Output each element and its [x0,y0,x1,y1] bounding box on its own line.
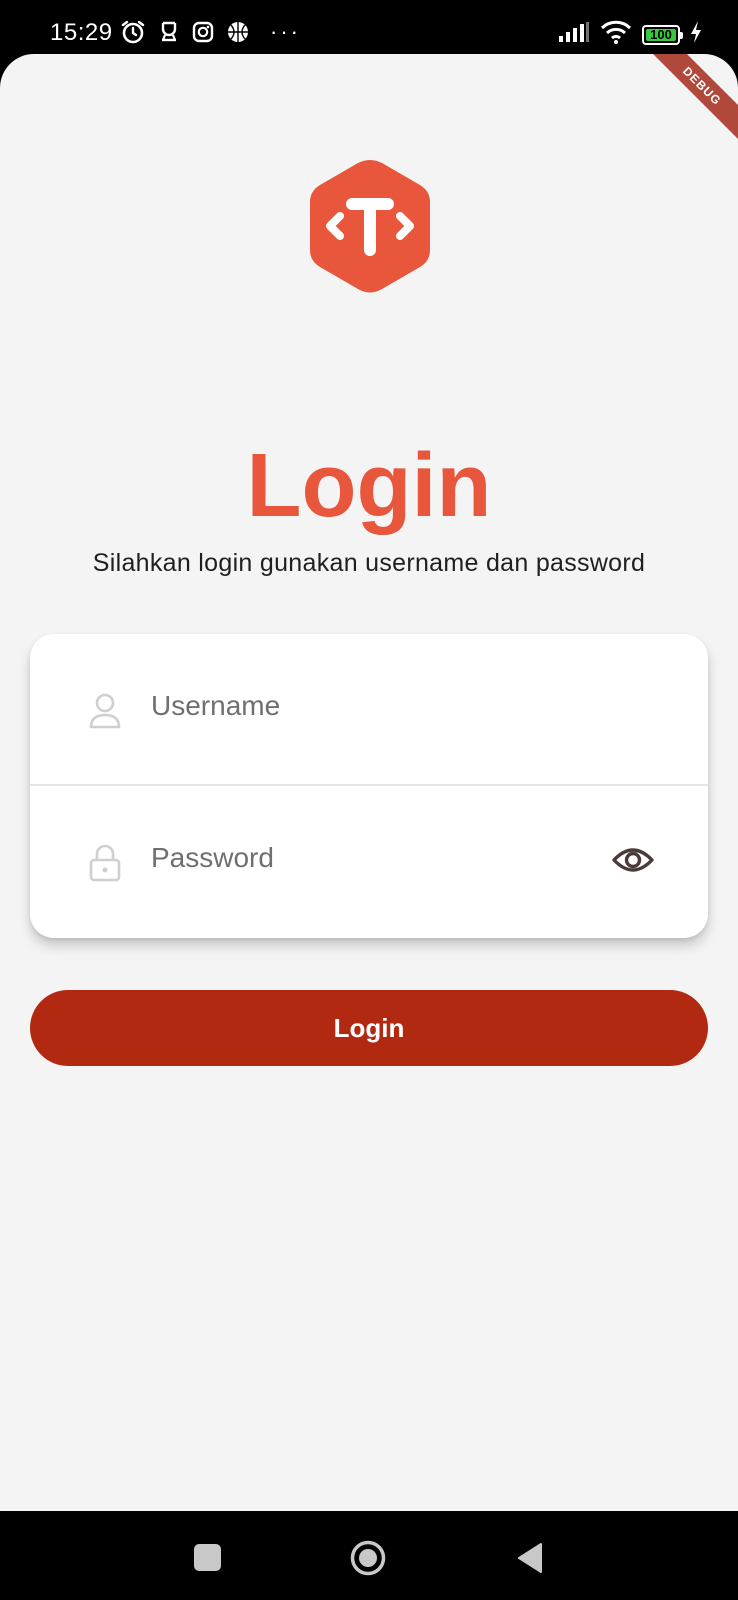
charging-icon [690,21,702,48]
debug-banner: DEBUG [644,54,738,144]
page-title: Login [246,436,492,536]
battery-level: 100 [650,27,672,42]
app-logo [310,160,430,293]
wifi-icon [600,20,632,49]
username-field[interactable]: Username [30,634,708,784]
more-dots-icon: ··· [270,19,301,44]
login-screen: DEBUG Login Silahkan login gunakan usern… [0,54,738,1511]
status-bar: 15:29 ··· 100 [0,0,738,54]
notification-icon [158,20,180,44]
login-form-card: Username Password [30,634,708,938]
alarm-icon [120,19,146,45]
password-placeholder: Password [151,842,274,873]
eye-icon[interactable] [612,844,654,876]
home-button[interactable] [350,1540,386,1576]
lock-icon [89,844,121,882]
status-icons-left: ··· [120,19,301,45]
recent-apps-button[interactable] [194,1544,221,1571]
page-subtitle: Silahkan login gunakan username dan pass… [92,549,646,577]
password-field[interactable]: Password [30,786,708,936]
username-placeholder: Username [151,690,281,721]
basketball-icon [226,20,250,44]
status-time: 15:29 [50,19,113,46]
navigation-bar [0,1511,738,1600]
back-button[interactable] [517,1542,543,1574]
battery-icon: 100 [642,24,683,45]
user-icon [89,693,121,729]
login-button[interactable]: Login [30,990,708,1066]
signal-icon [558,22,590,47]
instagram-icon [192,21,214,43]
status-icons-right: 100 [548,20,702,49]
